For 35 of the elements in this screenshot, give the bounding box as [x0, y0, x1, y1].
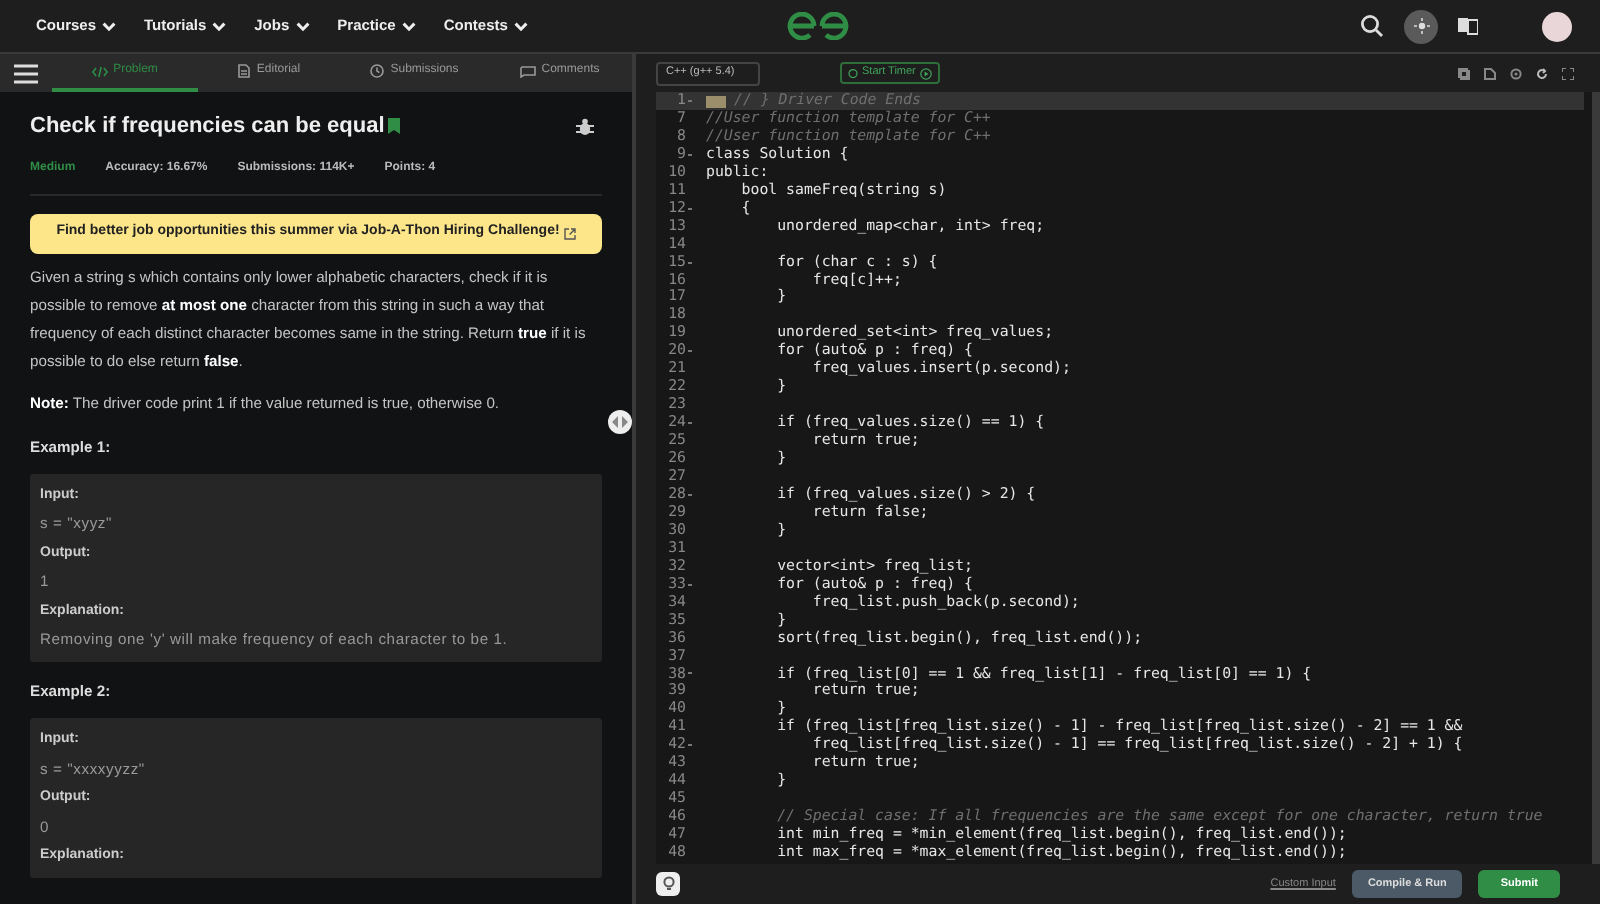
arrows-icon: [612, 416, 628, 428]
fold-marker[interactable]: [688, 422, 692, 425]
chevron-down-icon: [513, 21, 528, 31]
chevron-down-icon: [295, 21, 310, 31]
chevron-down-icon: [401, 21, 416, 31]
timer-icon: [848, 68, 858, 78]
reset-icon[interactable]: [1536, 67, 1548, 79]
fold-marker[interactable]: [688, 153, 692, 156]
settings-icon[interactable]: [1510, 67, 1522, 79]
theme-toggle-button[interactable]: [1404, 9, 1438, 43]
comment-icon: [519, 65, 536, 77]
lightbulb-icon: [661, 876, 675, 892]
external-link-icon: [563, 227, 576, 239]
search-icon[interactable]: [1360, 14, 1384, 38]
bookmark-icon[interactable]: [388, 118, 401, 135]
code-editor[interactable]: [656, 92, 1600, 864]
bug-icon[interactable]: [576, 117, 594, 136]
hint-button[interactable]: [656, 872, 680, 896]
logo-icon[interactable]: [786, 12, 850, 40]
sun-icon: [1413, 18, 1429, 34]
menu-icon[interactable]: [14, 63, 38, 83]
fold-marker[interactable]: [688, 99, 692, 102]
folded-code-marker[interactable]: [706, 95, 726, 107]
avatar[interactable]: [1542, 11, 1572, 41]
play-icon: [919, 67, 932, 79]
chevron-down-icon: [102, 21, 117, 31]
fullscreen-icon[interactable]: [1562, 67, 1574, 79]
problem-title: Check if frequencies can be equal: [30, 112, 385, 142]
copy-icon[interactable]: [1458, 67, 1470, 79]
fold-marker[interactable]: [688, 493, 692, 496]
code-icon: [91, 65, 108, 77]
clock-icon: [370, 64, 385, 78]
chevron-down-icon: [212, 21, 227, 31]
document-icon: [238, 64, 251, 78]
file-icon[interactable]: [1484, 67, 1496, 79]
